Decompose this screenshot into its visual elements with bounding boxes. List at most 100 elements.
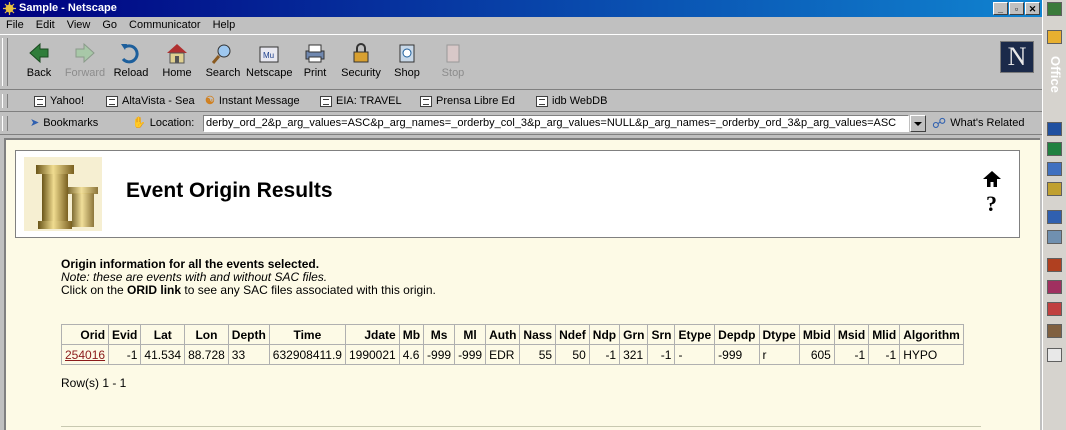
menu-help[interactable]: Help — [207, 17, 242, 33]
bookmark-item-prensa-libre[interactable]: Prensa Libre Ed — [420, 94, 515, 109]
col-dtype-header: Dtype — [758, 324, 800, 345]
bookmark-icon — [34, 96, 46, 107]
document-icon[interactable] — [1047, 348, 1062, 362]
network-icon[interactable] — [1047, 230, 1062, 244]
outlook-icon[interactable] — [1047, 162, 1062, 176]
forward-arrow-icon — [75, 42, 95, 64]
bookmark-item-instant-message[interactable]: ☯ Instant Message — [205, 94, 300, 109]
mb-cell: 4.6 — [398, 344, 425, 365]
page-banner: Event Origin Results ? — [15, 150, 1020, 238]
info-text: Origin information for all the events se… — [61, 258, 436, 297]
menu-bar: File Edit View Go Communicator Help — [0, 17, 1042, 33]
col-time-header: Time — [268, 324, 346, 345]
toolbar-grip[interactable] — [2, 38, 8, 86]
bookmark-item-eia-travel[interactable]: EIA: TRAVEL — [320, 94, 402, 109]
back-button[interactable]: Back — [16, 39, 62, 85]
msid-cell: -1 — [833, 344, 870, 365]
bookmark-icon — [420, 96, 432, 107]
depdp-cell: -999 — [714, 344, 760, 365]
binder-icon[interactable] — [1047, 324, 1062, 338]
shortcut-icon[interactable] — [1047, 302, 1062, 316]
shop-button[interactable]: Shop — [384, 39, 430, 85]
forward-button[interactable]: Forward — [62, 39, 108, 85]
bookmark-item-yahoo[interactable]: Yahoo! — [34, 94, 84, 109]
col-msid-header: Msid — [833, 324, 870, 345]
ml-cell: -999 — [454, 344, 487, 365]
col-mlid-header: Mlid — [868, 324, 901, 345]
search-icon — [211, 44, 231, 64]
location-url-input[interactable]: derby_ord_2&p_arg_values=ASC&p_arg_names… — [203, 115, 909, 132]
url-history-dropdown[interactable] — [910, 115, 926, 132]
col-mbid-header: Mbid — [798, 324, 835, 345]
stop-icon — [446, 44, 460, 63]
mlid-cell: -1 — [868, 344, 901, 365]
personal-toolbar: Yahoo! AltaVista - Sea ☯ Instant Message… — [0, 91, 1042, 112]
location-toolbar-grip[interactable] — [2, 116, 8, 131]
instant-message-icon: ☯ — [205, 95, 215, 107]
menu-file[interactable]: File — [0, 17, 30, 33]
divider — [61, 426, 981, 427]
col-ml-header: Ml — [454, 324, 487, 345]
evid-cell: -1 — [108, 344, 142, 365]
search-button[interactable]: Search — [200, 39, 246, 85]
col-algorithm-header: Algorithm — [899, 324, 964, 345]
bookmarks-icon: ➤ — [30, 117, 40, 129]
personal-toolbar-grip[interactable] — [2, 94, 8, 108]
office-logo-icon[interactable] — [1047, 30, 1062, 44]
home-button[interactable]: Home — [154, 39, 200, 85]
reload-button[interactable]: Reload — [108, 39, 154, 85]
menu-view[interactable]: View — [61, 17, 97, 33]
home-icon — [167, 44, 187, 64]
dtype-cell: r — [758, 344, 800, 365]
table-header-row: Orid Evid Lat Lon Depth Time Jdate Mb Ms… — [60, 324, 964, 345]
table-row: 254016 -1 41.534 88.728 33 632908411.9 1… — [60, 344, 964, 365]
office-menu-icon[interactable] — [1047, 2, 1062, 16]
powerpoint-icon[interactable] — [1047, 258, 1062, 272]
ndp-cell: -1 — [588, 344, 621, 365]
menu-communicator[interactable]: Communicator — [123, 17, 207, 33]
col-nass-header: Nass — [519, 324, 557, 345]
mbid-cell: 605 — [798, 344, 835, 365]
office-shortcut-bar: Office — [1042, 0, 1066, 430]
menu-go[interactable]: Go — [96, 17, 123, 33]
print-button[interactable]: Print — [292, 39, 338, 85]
location-label: ✋ Location: — [132, 116, 195, 131]
whats-related-icon: ☍ — [932, 115, 947, 131]
netscape-app-icon — [3, 2, 16, 15]
row-count: Row(s) 1 - 1 — [61, 376, 127, 390]
whats-related-button[interactable]: ☍ What's Related — [932, 116, 1024, 131]
grn-cell: 321 — [619, 344, 649, 365]
orid-cell: 254016 — [60, 344, 110, 365]
netscape-button[interactable]: Mu Netscape — [246, 39, 292, 85]
access-icon[interactable] — [1047, 280, 1062, 294]
bookmark-icon — [536, 96, 548, 107]
svg-text:Mu: Mu — [263, 51, 274, 60]
close-button[interactable]: ✕ — [1025, 2, 1040, 15]
col-grn-header: Grn — [619, 324, 649, 345]
bookmarks-button[interactable]: ➤ Bookmarks — [30, 116, 98, 131]
bookmark-item-idb-webdb[interactable]: idb WebDB — [536, 94, 607, 109]
location-toolbar: ➤ Bookmarks ✋ Location: derby_ord_2&p_ar… — [0, 113, 1042, 135]
bookmark-item-altavista[interactable]: AltaVista - Sea — [106, 94, 195, 109]
netscape-logo[interactable]: N — [1000, 41, 1034, 73]
find-icon[interactable] — [1047, 210, 1062, 224]
home-icon[interactable] — [982, 169, 1002, 189]
col-evid-header: Evid — [108, 324, 142, 345]
results-table: Orid Evid Lat Lon Depth Time Jdate Mb Ms… — [60, 324, 964, 365]
nass-cell: 55 — [519, 344, 557, 365]
excel-icon[interactable] — [1047, 142, 1062, 156]
title-bar: Sample - Netscape _ ▫ ✕ — [0, 0, 1042, 17]
maximize-button[interactable]: ▫ — [1009, 2, 1024, 15]
col-mb-header: Mb — [398, 324, 425, 345]
page-title: Event Origin Results — [126, 179, 333, 202]
orid-link[interactable]: 254016 — [65, 348, 105, 362]
word-icon[interactable] — [1047, 122, 1062, 136]
security-button[interactable]: Security — [338, 39, 384, 85]
search-icon[interactable] — [1047, 182, 1062, 196]
stop-button[interactable]: Stop — [430, 39, 476, 85]
location-page-icon[interactable]: ✋ — [132, 116, 146, 131]
help-icon[interactable]: ? — [986, 191, 997, 217]
minimize-button[interactable]: _ — [993, 2, 1008, 15]
menu-edit[interactable]: Edit — [30, 17, 61, 33]
ms-cell: -999 — [423, 344, 456, 365]
